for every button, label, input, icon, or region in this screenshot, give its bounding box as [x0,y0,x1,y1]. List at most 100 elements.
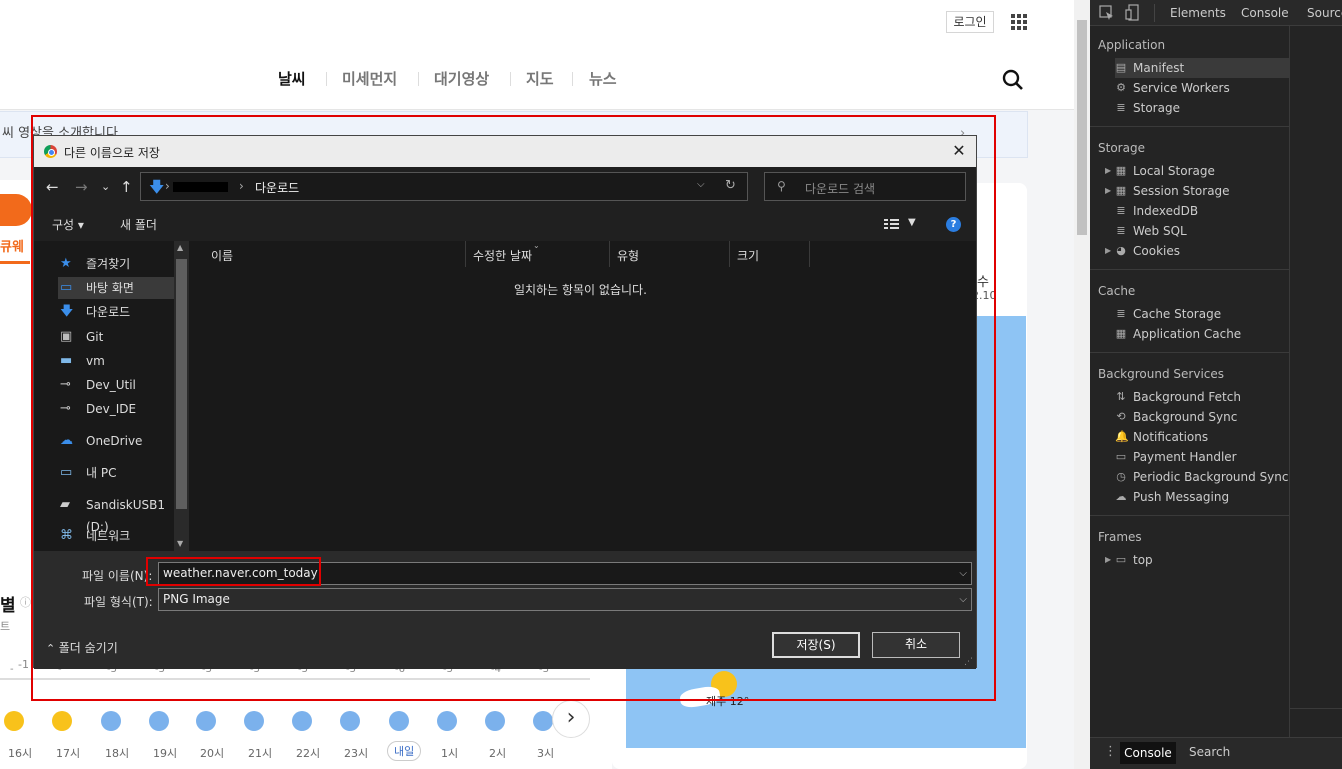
cancel-button[interactable]: 취소 [872,632,960,658]
back-button[interactable]: ← [46,178,59,196]
save-button[interactable]: 저장(S) [772,632,860,658]
hour-label: 18시 [105,747,130,760]
nav-item[interactable]: ☁ OneDrive [58,430,186,452]
tree-item-cookies[interactable]: ▶ ◕ Cookies [1105,241,1289,261]
tree-item-background-sync[interactable]: ⟲ Background Sync [1115,407,1289,427]
address-current[interactable]: 다운로드 [255,179,299,196]
tree-item-push-messaging[interactable]: ☁ Push Messaging [1115,487,1289,507]
nav-item-label: Dev_Util [86,378,136,392]
next-arrow-button[interactable]: › [552,700,590,738]
help-icon[interactable]: ? [946,217,961,232]
star-icon: ★ [60,256,72,271]
address-bar[interactable]: 🡇 › › 다운로드 ⌵ ↻ [140,172,748,201]
resize-grip-icon[interactable]: ⋰ [964,657,973,667]
column-size[interactable]: 크기 [737,247,759,267]
nav-item[interactable]: ▰ SandiskUSB1 (D:) [58,494,186,535]
navigation-scrollbar[interactable]: ▲ ▼ [174,241,189,551]
chevron-down-icon[interactable]: ⌵ [959,563,967,584]
nav-item-label: 네트워크 [86,529,131,543]
section-application[interactable]: Application [1098,38,1165,52]
file-list[interactable]: 이름 수정한 날짜 ⌄ 유형 크기 일치하는 항목이 없습니다. [191,241,976,551]
tree-item-indexeddb[interactable]: ≣ IndexedDB [1115,201,1289,221]
tree-item-notifications[interactable]: 🔔 Notifications [1115,427,1289,447]
chevron-down-icon[interactable]: ⌵ [959,589,967,610]
nav-item[interactable]: ▭ 내 PC [58,462,186,484]
column-date-modified[interactable]: 수정한 날짜 [473,247,532,267]
inspect-icon[interactable] [1099,5,1115,21]
tree-item-local-storage[interactable]: ▶ ▦ Local Storage [1105,161,1289,181]
tab-fine-dust[interactable]: 미세먼지 [342,68,397,89]
expand-arrow-icon[interactable]: ▶ [1105,550,1111,570]
moon-icon [196,711,216,731]
recent-locations-button[interactable]: ⌄ [101,180,110,193]
tree-item-application-cache[interactable]: ▦ Application Cache [1115,324,1289,344]
nav-item[interactable]: ⌘ 네트워크 [58,525,186,547]
pc-icon: ▭ [60,465,73,480]
dialog-title: 다른 이름으로 저장 [64,146,160,160]
tab-news[interactable]: 뉴스 [589,68,617,89]
section-cache[interactable]: Cache [1098,284,1135,298]
nav-item[interactable]: 🡇다운로드📌 [58,301,186,323]
tree-item-manifest[interactable]: ▤ Manifest [1115,58,1289,78]
section-background-services[interactable]: Background Services [1098,367,1224,381]
section-storage[interactable]: Storage [1098,141,1145,155]
tree-item-web-sql[interactable]: ≣ Web SQL [1115,221,1289,241]
view-options-icon[interactable] [884,218,900,230]
moon-icon [389,711,409,731]
drawer-tab-search[interactable]: Search [1189,745,1230,759]
nav-item-label: 바탕 화면 [86,281,134,295]
expand-arrow-icon[interactable]: ▶ [1105,241,1111,261]
device-toggle-icon[interactable] [1125,4,1141,22]
apps-grid-icon[interactable] [1011,14,1027,30]
tab-weather[interactable]: 날씨 [278,68,306,89]
devtools-panel: Elements Console Source Application ▤Mani… [1090,0,1342,769]
grid-icon: ▦ [1115,184,1127,197]
section-frames[interactable]: Frames [1098,530,1142,544]
nav-item-label: Git [86,330,104,344]
filetype-select[interactable]: PNG Image ⌵ [158,588,972,611]
search-box[interactable]: ⚲ 다운로드 검색 [764,172,966,201]
tab-map[interactable]: 지도 [526,68,554,89]
tab-air-video[interactable]: 대기영상 [434,68,489,89]
column-type[interactable]: 유형 [617,247,639,267]
chevron-down-icon[interactable]: ⌵ [697,179,705,190]
more-menu-icon[interactable]: ⋮ [1104,744,1117,759]
new-folder-button[interactable]: 새 폴더 [120,216,157,233]
nav-item[interactable]: ▣Git📌 [58,326,186,348]
login-button[interactable]: 로그인 [946,11,994,33]
tree-item-periodic-background-sync[interactable]: ◷ Periodic Background Sync [1115,467,1289,487]
tree-item-storage[interactable]: ≣ Storage [1115,98,1289,118]
tab-elements[interactable]: Elements [1170,6,1226,20]
tree-item-payment-handler[interactable]: ▭ Payment Handler [1115,447,1289,467]
tree-item-service-workers[interactable]: ⚙ Service Workers [1115,78,1289,98]
nav-item[interactable]: ⊸Dev_Util📌 [58,374,186,396]
filename-label: 파일 이름(N): [82,569,153,583]
tree-item-session-storage[interactable]: ▶ ▦ Session Storage [1105,181,1289,201]
tree-item-background-fetch[interactable]: ⇅ Background Fetch [1115,387,1289,407]
network-icon: ⌘ [60,528,73,543]
cloud-icon: ☁ [1115,490,1127,503]
page-scrollbar[interactable] [1074,0,1090,769]
nav-item[interactable]: ▭바탕 화면📌 [58,277,186,299]
refresh-icon[interactable]: ↻ [725,178,736,193]
forward-button[interactable]: → [75,178,88,196]
tree-item-top[interactable]: ▶ ▭ top [1105,550,1289,570]
organize-button[interactable]: 구성 ▾ [52,216,84,233]
drawer-tab-console[interactable]: Console [1120,742,1176,764]
tab-sources[interactable]: Source [1307,6,1342,20]
nav-item[interactable]: ▬vm📌 [58,350,186,372]
column-name[interactable]: 이름 [211,247,233,267]
tab-console[interactable]: Console [1241,6,1289,20]
tree-item-cache-storage[interactable]: ≣ Cache Storage [1115,304,1289,324]
hide-folders-button[interactable]: ⌃ 폴더 숨기기 [46,639,118,656]
document-icon: ▤ [1115,61,1127,74]
card-icon: ▭ [1115,450,1127,463]
close-button[interactable]: ✕ [948,140,970,162]
search-icon[interactable] [1002,69,1024,91]
nav-item[interactable]: ⊸Dev_IDE📌 [58,398,186,420]
up-button[interactable]: ↑ [120,178,133,196]
view-dropdown-icon[interactable]: ▼ [908,217,916,228]
nav-item[interactable]: ★ 즐겨찾기 [58,253,186,275]
expand-arrow-icon[interactable]: ▶ [1105,181,1111,201]
expand-arrow-icon[interactable]: ▶ [1105,161,1111,181]
